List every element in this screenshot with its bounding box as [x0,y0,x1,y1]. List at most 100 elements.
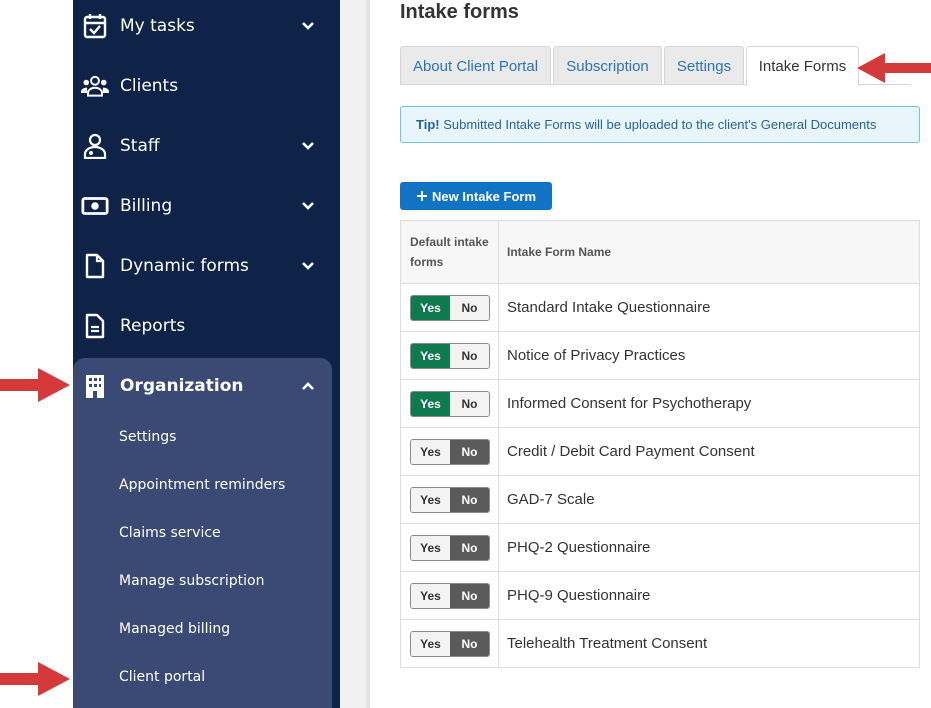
default-toggle-cell: Yes No [400,427,499,476]
intake-form-name[interactable]: PHQ-2 Questionnaire [498,523,920,572]
tip-prefix: Tip! [416,117,440,132]
new-intake-form-button[interactable]: New Intake Form [400,182,552,210]
submenu-item-appointment-reminders[interactable]: Appointment reminders [119,477,285,493]
toggle-yes-option[interactable]: Yes [411,487,450,512]
default-yes-no-toggle[interactable]: Yes No [410,534,490,561]
intake-form-name[interactable]: Notice of Privacy Practices [498,331,920,380]
default-toggle-cell: Yes No [400,571,499,620]
sidebar-item-label: Clients [120,76,179,96]
sidebar-item-label: My tasks [120,16,195,36]
page-title: Intake forms [400,1,519,23]
default-yes-no-toggle[interactable]: Yes No [410,438,490,465]
default-yes-no-toggle[interactable]: Yes No [410,294,490,321]
default-toggle-cell: Yes No [400,475,499,524]
table-row: Yes No PHQ-2 Questionnaire [400,523,920,572]
submenu-item-managed-billing[interactable]: Managed billing [119,621,230,637]
tab-settings[interactable]: Settings [664,46,744,85]
intake-form-name[interactable]: Informed Consent for Psychotherapy [498,379,920,428]
toggle-no-option[interactable]: No [450,631,489,656]
table-row: Yes No Telehealth Treatment Consent [400,619,920,668]
calendar-check-icon [81,12,109,40]
default-yes-no-toggle[interactable]: Yes No [410,630,490,657]
intake-forms-table: Default intake forms Intake Form Name Ye… [400,220,920,668]
staff-icon [81,132,109,160]
sidebar-item-billing[interactable]: Billing [73,176,340,236]
users-icon [81,72,109,100]
default-yes-no-toggle[interactable]: Yes No [410,582,490,609]
document-icon [81,252,109,280]
table-row: Yes No GAD-7 Scale [400,475,920,524]
sidebar-item-label: Billing [120,196,173,216]
toggle-no-option[interactable]: No [450,295,489,320]
toggle-no-option[interactable]: No [450,343,489,368]
sidebar-item-label: Reports [120,316,186,336]
default-yes-no-toggle[interactable]: Yes No [410,390,490,417]
toggle-yes-option[interactable]: Yes [411,631,450,656]
content-divider [366,0,370,708]
toggle-no-option[interactable]: No [450,487,489,512]
default-yes-no-toggle[interactable]: Yes No [410,486,490,513]
sidebar-item-organization[interactable]: Organization [73,356,340,416]
toggle-no-option[interactable]: No [450,535,489,560]
chevron-down-icon [299,197,317,215]
sidebar-item-dynamic-forms[interactable]: Dynamic forms [73,236,340,296]
annotation-arrow-icon [857,53,931,83]
new-intake-form-label: New Intake Form [431,188,537,204]
default-toggle-cell: Yes No [400,331,499,380]
default-yes-no-toggle[interactable]: Yes No [410,342,490,369]
default-toggle-cell: Yes No [400,619,499,668]
chevron-down-icon [299,257,317,275]
sidebar-item-staff[interactable]: Staff [73,116,340,176]
toggle-yes-option[interactable]: Yes [411,295,450,320]
sidebar: My tasks Clients Staff Billing Dynamic f… [73,0,340,708]
chevron-down-icon [299,137,317,155]
tab-about-client-portal[interactable]: About Client Portal [400,46,551,85]
table-row: Yes No Credit / Debit Card Payment Consent [400,427,920,476]
intake-form-name[interactable]: Standard Intake Questionnaire [498,283,920,332]
sidebar-item-label: Dynamic forms [120,256,249,276]
chevron-down-icon [299,17,317,35]
toggle-no-option[interactable]: No [450,583,489,608]
money-icon [81,192,109,220]
default-toggle-cell: Yes No [400,283,499,332]
default-toggle-cell: Yes No [400,523,499,572]
table-row: Yes No PHQ-9 Questionnaire [400,571,920,620]
toggle-yes-option[interactable]: Yes [411,439,450,464]
table-header-row: Default intake forms Intake Form Name [400,220,920,284]
toggle-yes-option[interactable]: Yes [411,343,450,368]
sidebar-item-my-tasks[interactable]: My tasks [73,0,340,56]
annotation-arrow-icon [0,662,70,696]
intake-form-name[interactable]: Telehealth Treatment Consent [498,619,920,668]
submenu-item-client-portal[interactable]: Client portal [119,669,205,685]
default-toggle-cell: Yes No [400,379,499,428]
toggle-yes-option[interactable]: Yes [411,535,450,560]
tip-text: Submitted Intake Forms will be uploaded … [439,117,877,132]
toggle-yes-option[interactable]: Yes [411,583,450,608]
toggle-no-option[interactable]: No [450,439,489,464]
plus-icon [416,190,428,202]
tab-intake-forms[interactable]: Intake Forms [746,46,859,86]
tip-alert: Tip! Submitted Intake Forms will be uplo… [400,106,920,143]
submenu-item-settings[interactable]: Settings [119,429,176,445]
sidebar-item-reports[interactable]: Reports [73,296,340,356]
building-icon [81,372,109,400]
submenu-item-claims-service[interactable]: Claims service [119,525,221,541]
intake-form-name[interactable]: GAD-7 Scale [498,475,920,524]
tab-subscription[interactable]: Subscription [553,46,662,85]
toggle-yes-option[interactable]: Yes [411,391,450,416]
sidebar-item-label: Staff [120,136,160,156]
intake-form-name[interactable]: PHQ-9 Questionnaire [498,571,920,620]
report-icon [81,312,109,340]
column-header-default[interactable]: Default intake forms [400,220,499,284]
column-header-name[interactable]: Intake Form Name [498,220,920,284]
sidebar-item-label: Organization [120,376,244,396]
sidebar-item-clients[interactable]: Clients [73,56,340,116]
table-row: Yes No Informed Consent for Psychotherapy [400,379,920,428]
table-row: Yes No Notice of Privacy Practices [400,331,920,380]
intake-form-name[interactable]: Credit / Debit Card Payment Consent [498,427,920,476]
annotation-arrow-icon [0,368,70,402]
toggle-no-option[interactable]: No [450,391,489,416]
chevron-up-icon [299,377,317,395]
submenu-item-manage-subscription[interactable]: Manage subscription [119,573,264,589]
table-row: Yes No Standard Intake Questionnaire [400,283,920,332]
